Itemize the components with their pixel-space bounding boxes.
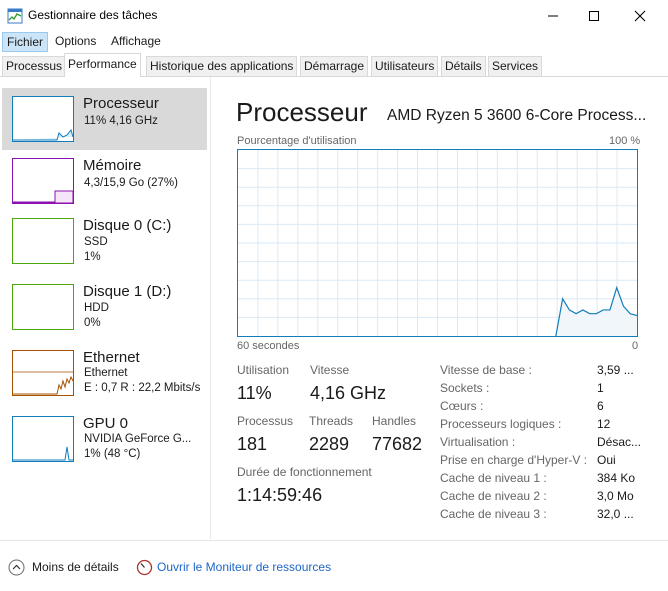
minimize-icon xyxy=(548,15,558,17)
cpu-usage-area xyxy=(555,287,637,336)
vitesse-value: 4,16 GHz xyxy=(310,383,387,403)
detail-label: Processeurs logiques : xyxy=(440,417,562,431)
utilisation-label: Utilisation xyxy=(237,363,290,377)
threads-value: 2289 xyxy=(309,434,350,454)
detail-label: Cache de niveau 3 : xyxy=(440,507,547,521)
detail-label: Virtualisation : xyxy=(440,435,516,449)
vitesse-label: Vitesse xyxy=(310,363,350,377)
detail-label: Cache de niveau 1 : xyxy=(440,471,547,485)
graph-zero-label: 0 xyxy=(632,340,639,352)
sidebar-item-adapter: Ethernet xyxy=(84,367,128,379)
processus-label: Processus xyxy=(237,414,294,428)
detail-value: 3,0 Mo xyxy=(597,489,634,503)
tab-performance[interactable]: Performance xyxy=(64,53,141,77)
cpu-usage-graph xyxy=(237,149,638,337)
sidebar-item-gpu-0[interactable]: GPU 0 NVIDIA GeForce G... 1% (48 °C) xyxy=(2,408,207,470)
handles-label: Handles xyxy=(372,414,417,428)
close-button[interactable] xyxy=(617,0,663,32)
tab-processus[interactable]: Processus xyxy=(2,56,67,76)
sidebar-item-disque-1[interactable]: Disque 1 (D:) HDD 0% xyxy=(2,276,207,338)
sidebar-item-usage: 1% (48 °C) xyxy=(84,448,141,460)
sidebar-item-title: Processeur xyxy=(83,95,159,112)
detail-value: 3,59 ... xyxy=(597,363,634,377)
disque1-mini-graph xyxy=(12,284,74,330)
task-manager-icon xyxy=(7,8,23,24)
sidebar-item-type: SSD xyxy=(84,236,108,248)
tab-utilisateurs[interactable]: Utilisateurs xyxy=(371,56,439,76)
ethernet-mini-graph xyxy=(12,350,74,396)
sidebar-item-sub: 11% 4,16 GHz xyxy=(84,115,158,127)
detail-value: 1 xyxy=(597,381,604,395)
detail-label: Prise en charge d'Hyper-V : xyxy=(440,453,588,467)
graph-max-label: 100 % xyxy=(609,135,641,147)
sidebar-item-usage: 0% xyxy=(84,317,101,329)
sidebar-item-processeur[interactable]: Processeur 11% 4,16 GHz xyxy=(2,88,207,150)
menu-affichage[interactable]: Affichage xyxy=(107,32,165,52)
utilisation-value: 11% xyxy=(237,383,272,403)
detail-value: Oui xyxy=(597,453,616,467)
tab-demarrage[interactable]: Démarrage xyxy=(300,56,369,76)
maximize-button[interactable] xyxy=(571,0,617,32)
uptime-value: 1:14:59:46 xyxy=(237,485,323,505)
sidebar-item-model: NVIDIA GeForce G... xyxy=(84,433,192,445)
window-title: Gestionnaire des tâches xyxy=(28,8,158,22)
minimize-button[interactable] xyxy=(530,0,576,32)
detail-label: Cache de niveau 2 : xyxy=(440,489,547,503)
sidebar-item-type: HDD xyxy=(84,302,109,314)
sidebar-item-disque-0[interactable]: Disque 0 (C:) SSD 1% xyxy=(2,210,207,272)
tab-historique[interactable]: Historique des applications xyxy=(146,56,298,76)
tab-details[interactable]: Détails xyxy=(441,56,486,76)
sidebar-item-title: Ethernet xyxy=(83,349,140,366)
sidebar-item-title: Mémoire xyxy=(83,157,142,174)
sidebar-item-usage: 1% xyxy=(84,251,101,263)
processus-value: 181 xyxy=(237,434,268,454)
detail-value: Désac... xyxy=(597,435,642,449)
close-icon xyxy=(634,10,646,22)
tab-services[interactable]: Services xyxy=(488,56,543,76)
sidebar-item-sub: 4,3/15,9 Go (27%) xyxy=(84,177,178,189)
detail-value: 32,0 ... xyxy=(597,507,634,521)
cpu-usage-svg xyxy=(238,150,638,337)
detail-value: 12 xyxy=(597,417,611,431)
resource-monitor-icon[interactable] xyxy=(136,559,153,576)
detail-label: Cœurs : xyxy=(440,399,484,413)
sidebar-item-title: Disque 0 (C:) xyxy=(83,217,172,234)
open-resource-monitor-link[interactable]: Ouvrir le Moniteur de ressources xyxy=(157,560,331,574)
sidebar-item-title: Disque 1 (D:) xyxy=(83,283,172,300)
detail-value: 384 Ko xyxy=(597,471,636,485)
detail-value: 6 xyxy=(597,399,604,413)
processeur-mini-graph xyxy=(12,96,74,142)
gpu-mini-graph xyxy=(12,416,74,462)
graph-label: Pourcentage d'utilisation xyxy=(237,135,357,147)
memoire-mini-graph xyxy=(12,158,74,204)
sidebar-item-throughput: E : 0,7 R : 22,2 Mbits/s xyxy=(84,382,201,394)
maximize-icon xyxy=(589,11,599,21)
sidebar-item-memoire[interactable]: Mémoire 4,3/15,9 Go (27%) xyxy=(2,150,207,212)
graph-time-label: 60 secondes xyxy=(237,340,300,352)
menu-options[interactable]: Options xyxy=(51,32,100,52)
menu-fichier[interactable]: Fichier xyxy=(2,32,49,52)
detail-label: Sockets : xyxy=(440,381,490,395)
threads-label: Threads xyxy=(309,414,354,428)
chevron-up-icon[interactable] xyxy=(8,559,25,576)
sidebar-item-ethernet[interactable]: Ethernet Ethernet E : 0,7 R : 22,2 Mbits… xyxy=(2,342,207,404)
handles-value: 77682 xyxy=(372,434,423,454)
footer-divider xyxy=(0,540,668,541)
page-title: Processeur xyxy=(236,97,368,127)
sidebar-divider xyxy=(210,77,211,539)
sidebar-item-title: GPU 0 xyxy=(83,415,129,432)
detail-label: Vitesse de base : xyxy=(440,363,532,377)
cpu-model: AMD Ryzen 5 3600 6-Core Process... xyxy=(387,107,647,124)
uptime-label: Durée de fonctionnement xyxy=(237,465,372,479)
less-details-link[interactable]: Moins de détails xyxy=(32,560,119,574)
disque0-mini-graph xyxy=(12,218,74,264)
